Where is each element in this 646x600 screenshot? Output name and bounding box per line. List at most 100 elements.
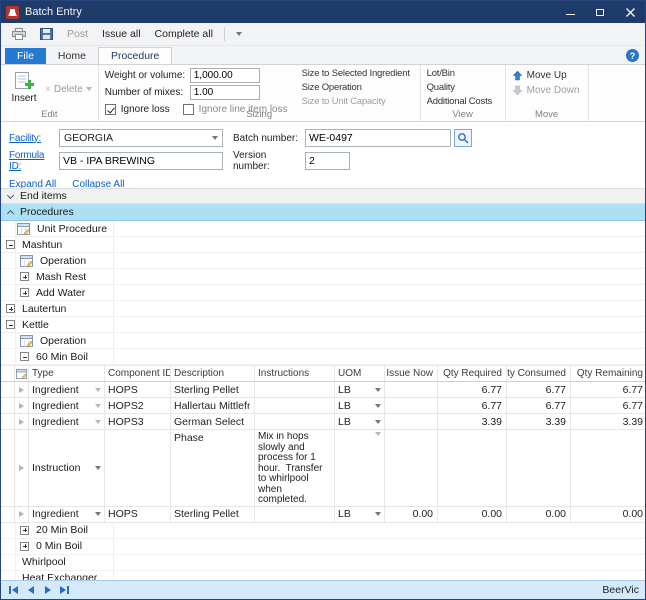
type-cell[interactable]: Ingredient <box>29 506 105 522</box>
qty-consumed-cell[interactable] <box>507 430 571 506</box>
column-header-description[interactable]: Description <box>171 366 255 381</box>
collapse-toggle-icon[interactable] <box>6 320 15 329</box>
uom-cell[interactable]: LB <box>335 398 385 413</box>
issue-all-button[interactable]: Issue all <box>97 26 146 42</box>
issue-now-cell[interactable] <box>385 398 438 413</box>
uom-cell[interactable]: LB <box>335 506 385 522</box>
description-cell[interactable]: Sterling Pellet <box>171 382 255 397</box>
search-button[interactable] <box>454 129 472 147</box>
maximize-button[interactable] <box>585 1 615 23</box>
toolbar-overflow-button[interactable] <box>231 30 247 38</box>
qty-required-cell[interactable]: 6.77 <box>438 398 507 413</box>
expand-toggle-icon[interactable] <box>6 304 15 313</box>
nav-first-button[interactable] <box>5 583 22 598</box>
column-header-component-id[interactable]: Component ID <box>105 366 171 381</box>
minimize-button[interactable] <box>555 1 585 23</box>
save-button[interactable] <box>35 26 58 42</box>
qty-consumed-cell[interactable]: 6.77 <box>507 382 571 397</box>
delete-button[interactable]: × Delete <box>45 70 92 108</box>
move-up-button[interactable]: Move Up <box>512 70 582 81</box>
post-button[interactable]: Post <box>62 26 93 42</box>
qty-remaining-cell[interactable]: 3.39 <box>571 414 645 429</box>
qty-required-cell[interactable] <box>438 430 507 506</box>
component-id-cell[interactable]: HOPS <box>105 382 171 397</box>
description-cell[interactable]: German Select <box>171 414 255 429</box>
size-operation-button[interactable]: Size Operation <box>302 81 414 95</box>
tab-procedure[interactable]: Procedure <box>97 47 173 64</box>
expand-toggle-icon[interactable] <box>20 272 29 281</box>
issue-now-cell[interactable] <box>385 430 438 506</box>
insert-button[interactable]: Insert <box>7 67 41 108</box>
tree-item-0-min-boil[interactable]: 0 Min Boil <box>1 538 645 555</box>
type-cell[interactable]: Ingredient <box>29 382 105 397</box>
batch-number-input[interactable] <box>305 129 451 147</box>
tree-item-operation-mashtun[interactable]: Operation <box>1 253 645 269</box>
facility-select[interactable]: GEORGIA <box>59 129 223 147</box>
close-button[interactable] <box>615 1 645 23</box>
description-cell[interactable]: Phase <box>171 430 255 506</box>
tree-item-mashtun[interactable]: Mashtun <box>1 237 645 253</box>
qty-remaining-cell[interactable]: 0.00 <box>571 507 645 522</box>
qty-remaining-cell[interactable] <box>571 430 645 506</box>
tree-item-lautertun[interactable]: Lautertun <box>1 301 645 317</box>
tree-item-unit-procedure[interactable]: Unit Procedure <box>1 221 645 237</box>
qty-remaining-cell[interactable]: 6.77 <box>571 398 645 413</box>
qty-consumed-cell[interactable]: 6.77 <box>507 398 571 413</box>
size-to-unit-capacity-button[interactable]: Size to Unit Capacity <box>302 94 414 108</box>
move-down-button[interactable]: Move Down <box>512 85 582 96</box>
number-of-mixes-input[interactable] <box>189 84 260 100</box>
tab-home[interactable]: Home <box>46 48 98 64</box>
component-id-cell[interactable] <box>105 430 171 506</box>
collapse-toggle-icon[interactable] <box>20 352 29 361</box>
tree-item-60-min-boil[interactable]: 60 Min Boil <box>1 349 645 365</box>
formula-id-link[interactable]: Formula ID: <box>9 150 59 172</box>
expand-toggle-icon[interactable] <box>20 525 29 535</box>
tab-file[interactable]: File <box>5 48 46 64</box>
grid-row-ingredient-hops2[interactable]: Ingredient HOPS2 Hallertau Mittlefr LB 6… <box>1 398 645 414</box>
column-header-instructions[interactable]: Instructions <box>255 366 335 381</box>
procedures-section-header[interactable]: Procedures <box>1 204 645 221</box>
version-number-input[interactable] <box>305 152 350 170</box>
uom-cell[interactable] <box>335 430 385 506</box>
size-to-selected-ingredient-button[interactable]: Size to Selected Ingredient <box>302 67 414 81</box>
grid-row-ingredient-hops-2[interactable]: Ingredient HOPS Sterling Pellet LB 0.00 … <box>1 506 645 523</box>
tree-item-20-min-boil[interactable]: 20 Min Boil <box>1 522 645 539</box>
column-header-qty-remaining[interactable]: Qty Remaining <box>571 366 645 381</box>
qty-consumed-cell[interactable]: 3.39 <box>507 414 571 429</box>
column-header-type[interactable]: Type <box>29 366 105 381</box>
qty-required-cell[interactable]: 3.39 <box>438 414 507 429</box>
column-header-issue-now[interactable]: Issue Now <box>385 366 438 381</box>
instructions-cell[interactable] <box>255 398 335 413</box>
complete-all-button[interactable]: Complete all <box>150 26 218 42</box>
issue-now-cell[interactable]: 0.00 <box>385 506 438 522</box>
uom-cell[interactable]: LB <box>335 382 385 397</box>
additional-costs-button[interactable]: Additional Costs <box>427 94 499 108</box>
tree-item-mash-rest[interactable]: Mash Rest <box>1 269 645 285</box>
print-button[interactable] <box>7 26 31 42</box>
column-header-qty-consumed[interactable]: Qty Consumed <box>507 366 571 381</box>
instructions-cell[interactable]: Mix in hops slowly and process for 1 hou… <box>255 430 335 506</box>
formula-id-input[interactable] <box>59 152 223 170</box>
quality-button[interactable]: Quality <box>427 81 499 95</box>
tree-item-kettle[interactable]: Kettle <box>1 317 645 333</box>
tree-item-heat-exchanger[interactable]: Heat Exchanger <box>1 570 645 580</box>
type-cell[interactable]: Ingredient <box>29 414 105 429</box>
instructions-cell[interactable] <box>255 506 335 522</box>
column-header-qty-required[interactable]: Qty Required <box>438 366 507 381</box>
qty-required-cell[interactable]: 0.00 <box>438 506 507 522</box>
component-id-cell[interactable]: HOPS3 <box>105 414 171 429</box>
description-cell[interactable]: Hallertau Mittlefr <box>171 398 255 413</box>
end-items-section-header[interactable]: End items <box>1 188 645 204</box>
collapse-toggle-icon[interactable] <box>6 240 15 249</box>
grid-row-instruction-phase[interactable]: Instruction Phase Mix in hops slowly and… <box>1 430 645 507</box>
nav-previous-button[interactable] <box>22 583 39 598</box>
description-cell[interactable]: Sterling Pellet <box>171 506 255 522</box>
component-id-cell[interactable]: HOPS2 <box>105 398 171 413</box>
tree-item-operation-kettle[interactable]: Operation <box>1 333 645 349</box>
expand-toggle-icon[interactable] <box>20 541 29 551</box>
grid-row-ingredient-hops3[interactable]: Ingredient HOPS3 German Select LB 3.39 3… <box>1 414 645 430</box>
qty-remaining-cell[interactable]: 6.77 <box>571 382 645 397</box>
instructions-cell[interactable] <box>255 382 335 397</box>
help-icon[interactable] <box>626 49 639 62</box>
expand-toggle-icon[interactable] <box>20 288 29 297</box>
